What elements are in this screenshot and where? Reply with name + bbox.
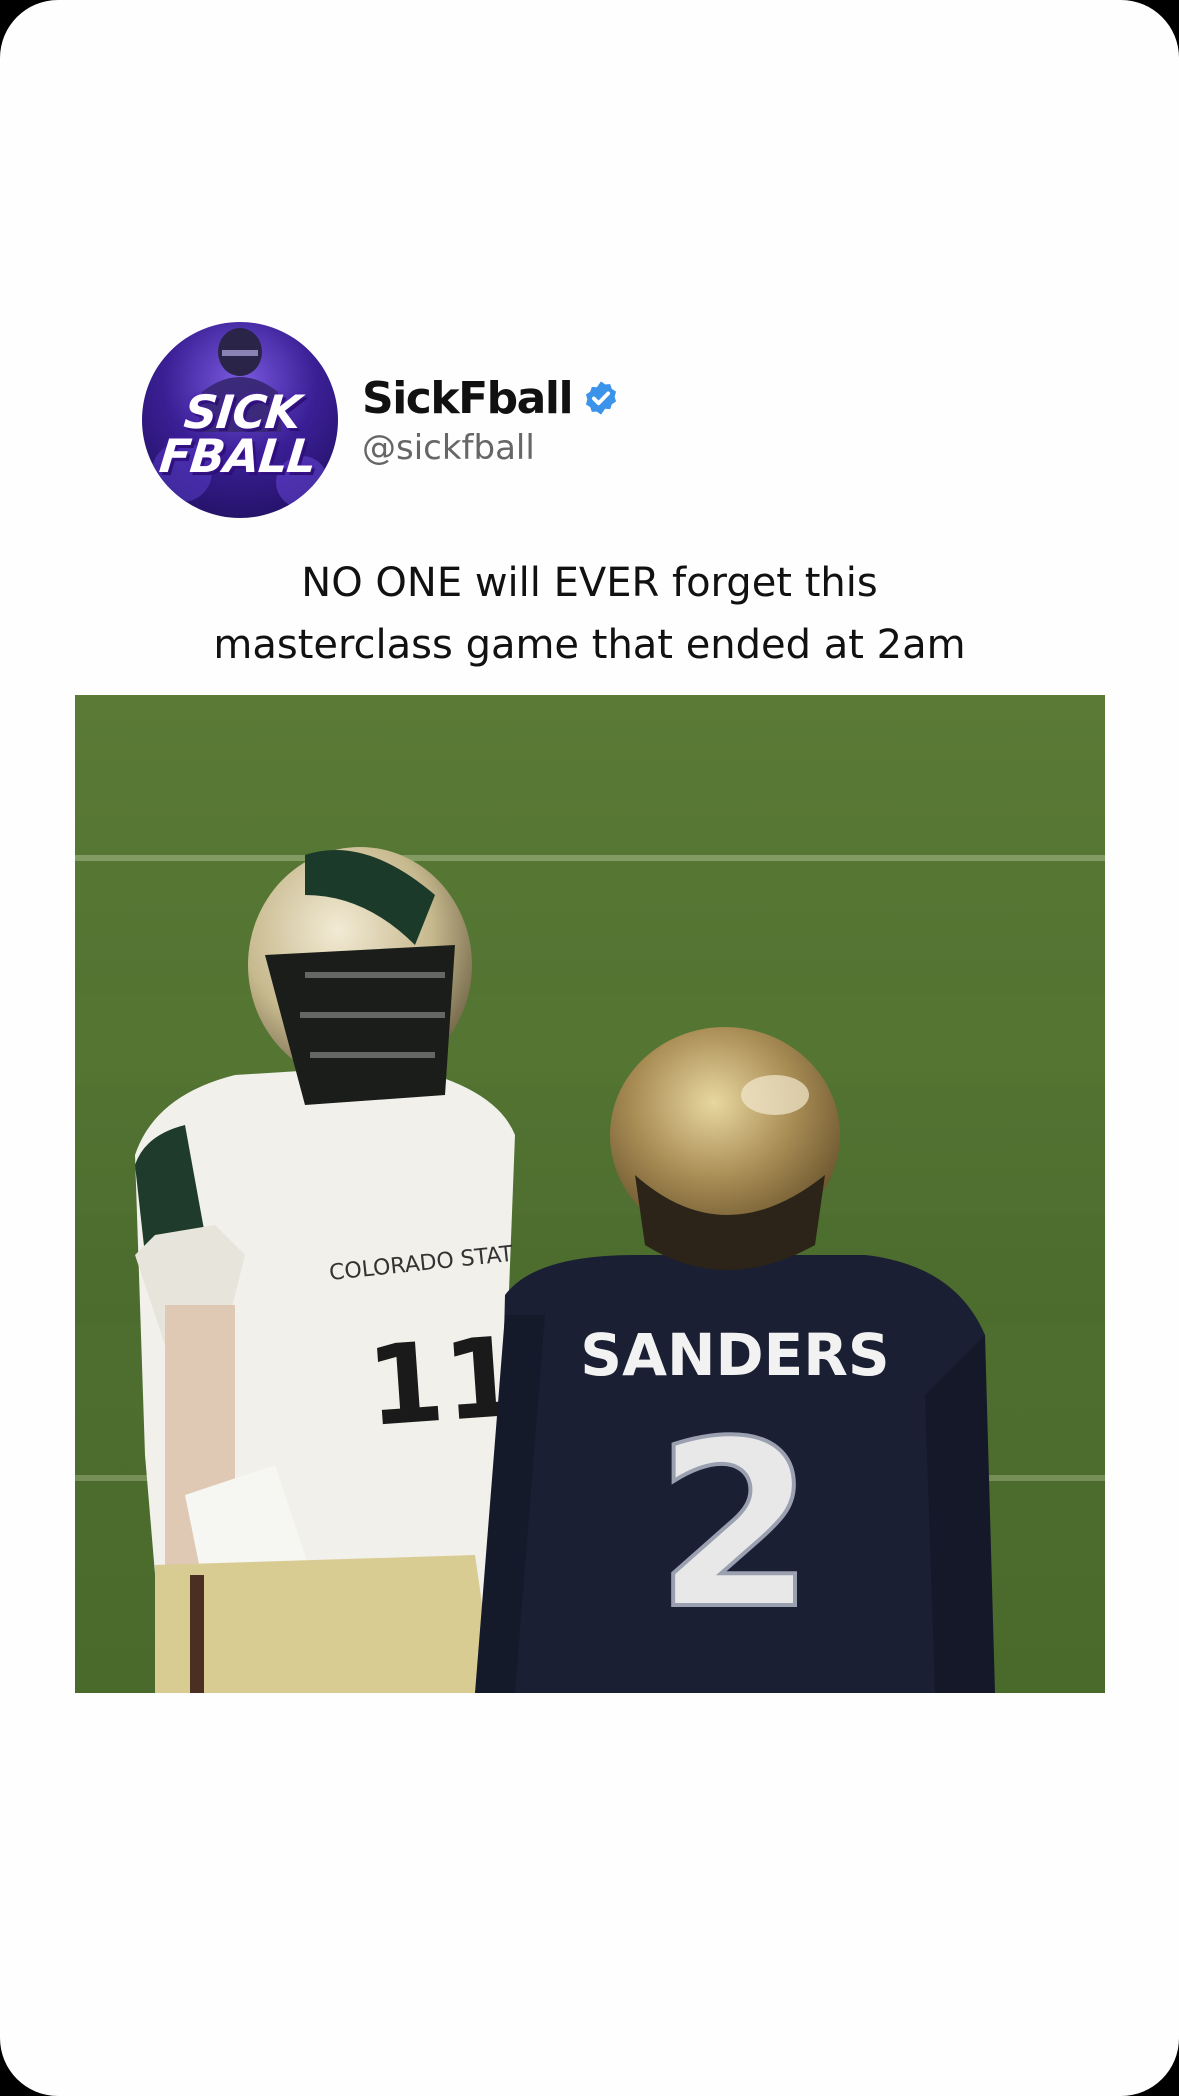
football-players-image: COLORADO STAT 11 SANDERS 2: [75, 695, 1105, 1693]
name-row: SickFball: [362, 373, 620, 424]
post-caption: NO ONE will EVER forget this masterclass…: [60, 552, 1119, 676]
post-header: SICK FBALL SickFball @sickfball: [142, 322, 620, 518]
avatar-logo-text: SICK FBALL: [142, 385, 338, 483]
verified-badge-icon: [585, 381, 617, 415]
right-jersey-name: SANDERS: [580, 1321, 889, 1389]
caption-line-1: NO ONE will EVER forget this: [301, 560, 878, 606]
avatar-logo-line1: SICK: [181, 385, 303, 439]
post-screen: SICK FBALL SickFball @sickfball NO ONE w…: [0, 0, 1179, 2096]
caption-line-2: masterclass game that ended at 2am: [213, 622, 966, 668]
avatar[interactable]: SICK FBALL: [142, 322, 338, 518]
account-identity: SickFball @sickfball: [362, 373, 620, 468]
display-name[interactable]: SickFball: [362, 373, 574, 424]
avatar-logo-line2: FBALL: [156, 429, 319, 483]
account-handle[interactable]: @sickfball: [362, 428, 620, 468]
right-jersey-number: 2: [655, 1393, 815, 1660]
post-media-video[interactable]: COLORADO STAT 11 SANDERS 2: [75, 695, 1105, 1693]
